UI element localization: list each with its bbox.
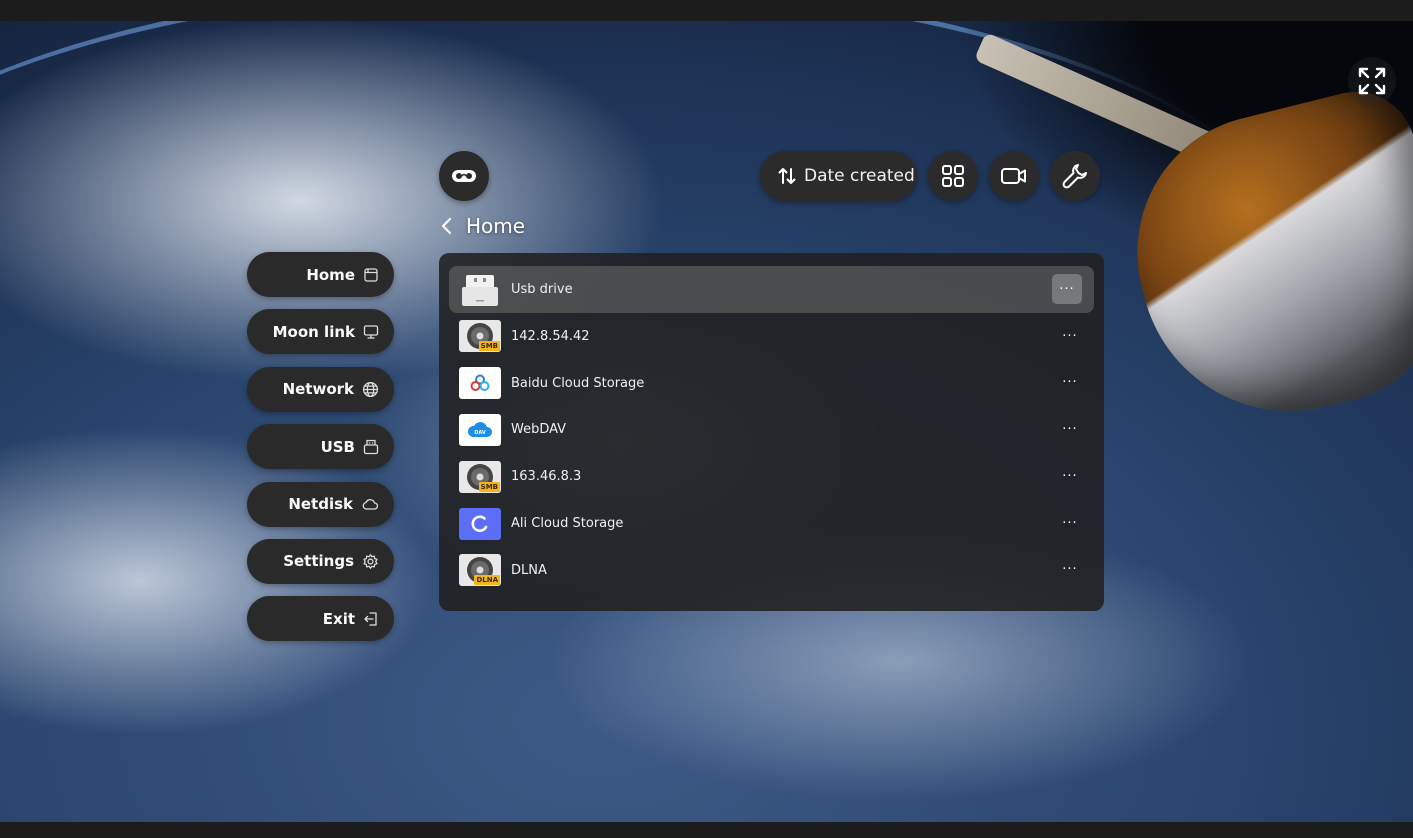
grid-view-button[interactable]: [928, 151, 978, 201]
sidebar-item-exit[interactable]: Exit: [247, 596, 394, 642]
exit-icon: [364, 612, 377, 626]
source-row-webdav[interactable]: DAV WebDAV ···: [449, 407, 1094, 454]
smb-badge: SMB: [478, 481, 500, 492]
more-icon: ···: [1062, 375, 1078, 391]
source-row-baidu[interactable]: Baidu Cloud Storage ···: [449, 360, 1094, 407]
baidu-cloud-icon: [470, 374, 490, 392]
sidebar-item-label: Netdisk: [288, 495, 353, 514]
webdav-cloud-icon: DAV: [467, 422, 492, 437]
fullscreen-icon: [1358, 67, 1386, 95]
sidebar-item-label: Network: [282, 380, 354, 399]
sidebar-item-settings[interactable]: Settings: [247, 538, 394, 584]
more-options-button[interactable]: ···: [1055, 508, 1085, 538]
source-row-smb[interactable]: SMB 163.46.8.3 ···: [449, 453, 1094, 500]
more-icon: ···: [1059, 281, 1075, 297]
vr-headset-icon: [452, 170, 476, 182]
more-icon: ···: [1062, 422, 1078, 438]
usb-drive-icon: [462, 274, 498, 306]
monitor-icon: [363, 325, 379, 339]
chevron-left-icon[interactable]: [440, 216, 454, 236]
globe-icon: [362, 381, 379, 397]
home-icon: [364, 267, 378, 282]
more-options-button[interactable]: ···: [1055, 368, 1085, 398]
more-icon: ···: [1062, 562, 1078, 578]
breadcrumb: Home: [440, 211, 525, 241]
usb-icon: [363, 439, 379, 454]
tools-button[interactable]: [1050, 151, 1100, 201]
video-camera-icon: [1001, 168, 1026, 184]
letterbox-top: [0, 0, 1413, 21]
grid-view-icon: [942, 165, 964, 187]
source-name: 163.46.8.3: [511, 469, 582, 485]
sort-arrows-icon: [778, 168, 796, 184]
sort-label: Date created: [804, 166, 915, 186]
source-row-ali[interactable]: Ali Cloud Storage ···: [449, 500, 1094, 547]
smb-thumbnail: SMB: [459, 320, 501, 353]
source-name: WebDAV: [511, 422, 567, 438]
more-options-button[interactable]: ···: [1055, 555, 1085, 585]
sidebar-item-label: Moon link: [272, 322, 355, 341]
wrench-icon: [1062, 164, 1087, 189]
sort-button[interactable]: Date created: [760, 151, 917, 201]
sidebar-item-label: Home: [306, 265, 355, 284]
more-icon: ···: [1062, 468, 1078, 484]
source-row-dlna[interactable]: DLNA DLNA ···: [449, 547, 1094, 594]
cloud-icon: [362, 499, 379, 510]
sidebar-item-moon-link[interactable]: Moon link: [247, 309, 394, 355]
source-row-usb-drive[interactable]: Usb drive ···: [449, 266, 1094, 313]
dlna-badge: DLNA: [474, 575, 500, 586]
sidebar-item-label: USB: [320, 437, 355, 456]
source-name: Baidu Cloud Storage: [511, 375, 645, 391]
more-icon: ···: [1062, 328, 1078, 344]
more-options-button[interactable]: ···: [1055, 321, 1085, 351]
more-options-button[interactable]: ···: [1055, 415, 1085, 445]
more-icon: ···: [1062, 515, 1078, 531]
source-name: DLNA: [511, 562, 547, 578]
letterbox-bottom: [0, 822, 1413, 838]
sidebar-item-netdisk[interactable]: Netdisk: [247, 481, 394, 527]
ali-cloud-icon: [471, 515, 488, 532]
source-name: Ali Cloud Storage: [511, 516, 624, 532]
video-button[interactable]: [989, 151, 1039, 201]
source-row-smb[interactable]: SMB 142.8.54.42 ···: [449, 313, 1094, 360]
ali-thumbnail: [459, 507, 501, 540]
smb-badge: SMB: [478, 341, 500, 352]
more-options-button[interactable]: ···: [1055, 461, 1085, 491]
usb-drive-thumbnail: [459, 274, 501, 306]
page-title: Home: [466, 214, 526, 238]
dlna-thumbnail: DLNA: [459, 554, 501, 587]
sidebar-item-network[interactable]: Network: [247, 366, 394, 412]
sidebar-item-label: Exit: [322, 609, 355, 628]
webdav-thumbnail: DAV: [459, 413, 501, 446]
smb-thumbnail: SMB: [459, 460, 501, 493]
sidebar-item-home[interactable]: Home: [247, 252, 394, 297]
source-name: 142.8.54.42: [511, 328, 590, 344]
gear-icon: [363, 553, 378, 570]
sidebar-item-usb[interactable]: USB: [247, 424, 394, 470]
vr-mode-button[interactable]: [439, 151, 489, 201]
source-name: Usb drive: [511, 282, 573, 297]
sidebar: Home Moon link Network USB Netdisk Setti…: [247, 252, 394, 654]
sidebar-item-label: Settings: [283, 552, 354, 571]
baidu-thumbnail: [459, 367, 501, 400]
more-options-button[interactable]: ···: [1052, 274, 1082, 304]
svg-text:DAV: DAV: [474, 430, 486, 436]
fullscreen-button[interactable]: [1348, 57, 1396, 105]
source-list-panel: Usb drive ··· SMB 142.8.54.42 ··· Baidu …: [439, 253, 1104, 611]
